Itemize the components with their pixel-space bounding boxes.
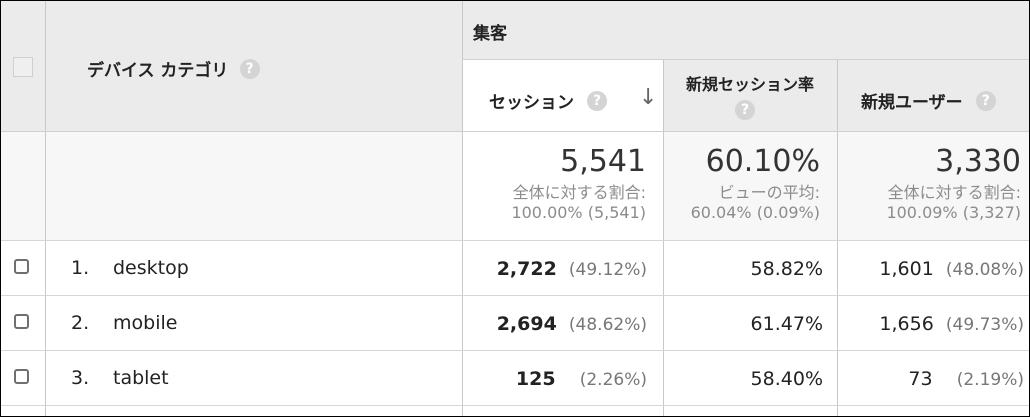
sessions-pct: (2.26%) [579, 370, 647, 390]
sessions-value: 2,694 [496, 313, 557, 335]
new-users-column-header[interactable]: 新規ユーザー ? [861, 88, 996, 113]
new-users-cell: 1,656 (49.73%) [879, 313, 1024, 335]
summary-new-users-note: 全体に対する割合: 100.09% (3,327) [886, 183, 1021, 223]
new-users-cell: 1,601 (48.08%) [879, 258, 1024, 280]
row-index: 2. [71, 312, 90, 334]
device-link[interactable]: tablet [113, 367, 169, 389]
new-users-value: 1,601 [879, 258, 934, 280]
help-icon[interactable]: ? [239, 58, 260, 79]
summary-new-users-note-line1: 全体に対する割合: [887, 183, 1021, 202]
sessions-value: 2,722 [496, 258, 557, 280]
sessions-pct: (49.12%) [568, 260, 647, 280]
group-label: 集客 [473, 24, 507, 44]
new-users-value: 1,656 [879, 313, 934, 335]
sessions-header-label: セッション [489, 93, 574, 113]
sessions-pct: (48.62%) [568, 315, 647, 335]
device-category-header[interactable]: デバイス カテゴリ ? [87, 56, 260, 81]
new-users-pct: (49.73%) [945, 315, 1024, 335]
summary-sessions-note-line2: 100.00% (5,541) [511, 203, 646, 222]
row-checkbox[interactable] [14, 314, 29, 329]
device-category-label: デバイス カテゴリ [87, 61, 229, 81]
sessions-cell: 2,694 (48.62%) [497, 313, 647, 335]
new-session-rate-header-label: 新規セッション率 [685, 75, 814, 94]
row-index: 1. [71, 257, 90, 279]
summary-new-rate-note: ビューの平均: 60.04% (0.09%) [691, 183, 820, 223]
device-link[interactable]: mobile [113, 312, 177, 334]
new-users-cell: 73 (2.19%) [908, 368, 1024, 390]
new-rate-cell: 58.82% [750, 258, 823, 280]
analytics-table: デバイス カテゴリ ? 集客 セッション ? ↓ 新規セッション率 ? 新規ユー… [0, 0, 1030, 417]
help-icon[interactable]: ? [975, 90, 996, 111]
sessions-cell: 2,722 (49.12%) [497, 258, 647, 280]
sessions-column-header[interactable]: セッション ? [489, 88, 608, 113]
sessions-value: 125 [515, 368, 556, 390]
select-all-checkbox[interactable] [13, 57, 33, 77]
summary-new-rate-note-line1: ビューの平均: [718, 183, 820, 202]
row-index: 3. [71, 367, 90, 389]
sort-desc-icon[interactable]: ↓ [639, 85, 657, 110]
new-users-header-label: 新規ユーザー [861, 93, 963, 113]
help-icon[interactable]: ? [587, 90, 608, 111]
summary-sessions-note-line1: 全体に対する割合: [512, 183, 646, 202]
summary-new-users-value: 3,330 [935, 144, 1021, 179]
row-checkbox[interactable] [14, 259, 29, 274]
device-link[interactable]: desktop [113, 257, 189, 279]
new-users-pct: (48.08%) [945, 260, 1024, 280]
summary-new-users-note-line2: 100.09% (3,327) [886, 203, 1021, 222]
new-users-value: 73 [908, 368, 933, 390]
summary-new-rate-note-line2: 60.04% (0.09%) [690, 203, 820, 222]
row-checkbox[interactable] [14, 369, 29, 384]
new-users-pct: (2.19%) [956, 370, 1024, 390]
sessions-cell: 125 (2.26%) [516, 368, 647, 390]
new-session-rate-column-header[interactable]: 新規セッション率 ? [663, 71, 837, 120]
new-rate-cell: 61.47% [750, 313, 823, 335]
summary-sessions-note: 全体に対する割合: 100.00% (5,541) [511, 183, 646, 223]
new-rate-cell: 58.40% [750, 368, 823, 390]
help-icon[interactable]: ? [735, 99, 755, 120]
summary-sessions-value: 5,541 [560, 144, 646, 179]
summary-new-rate-value: 60.10% [705, 144, 820, 179]
